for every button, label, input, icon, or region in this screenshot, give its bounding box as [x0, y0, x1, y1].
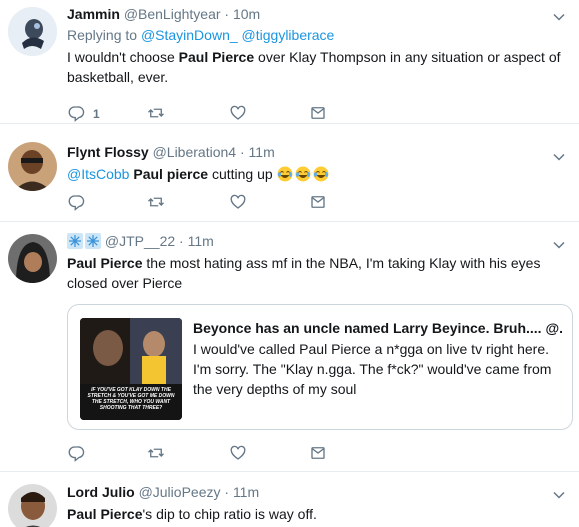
tweet-header: @JTP__22 · 11m	[67, 232, 565, 250]
avatar[interactable]	[8, 142, 57, 191]
tweet-text: Paul Pierce's dip to chip ratio is way o…	[67, 504, 565, 524]
quoted-tweet[interactable]: IF YOU'VE GOT KLAY DOWN THE STRETCH & YO…	[67, 304, 573, 430]
quoted-tweet-text: I would've called Paul Pierce a n*gga on…	[193, 341, 552, 397]
envelope-icon	[309, 104, 327, 125]
heart-icon	[229, 193, 247, 214]
timestamp[interactable]: 11m	[188, 233, 214, 249]
user-handle[interactable]: @BenLightyear	[124, 6, 221, 22]
envelope-icon	[309, 444, 327, 465]
mention-link[interactable]: @tiggyliberace	[242, 27, 335, 43]
replying-to-label: Replying to	[67, 27, 138, 43]
reply-button[interactable]	[67, 444, 85, 464]
like-button[interactable]	[229, 104, 247, 124]
tweet-header: Jammin @BenLightyear · 10m	[67, 5, 565, 23]
heart-icon	[229, 444, 247, 465]
like-button[interactable]	[229, 444, 247, 464]
text-part: cutting up	[208, 166, 273, 182]
mention-link[interactable]: @ItsCobb	[67, 166, 129, 182]
highlight-text: Paul Pierce	[67, 255, 143, 271]
quoted-tweet-author[interactable]: Beyonce has an uncle named Larry Beyince…	[193, 320, 562, 336]
display-name[interactable]: Jammin	[67, 6, 120, 22]
text-part: 's dip to chip ratio is way off.	[142, 506, 317, 522]
timestamp[interactable]: 10m	[233, 6, 260, 22]
reply-icon	[67, 104, 85, 125]
timestamp[interactable]: 11m	[233, 484, 259, 500]
retweet-icon	[147, 444, 165, 465]
tweet-text: @ItsCobb Paul pierce cutting up	[67, 164, 565, 184]
tweet-jtp[interactable]: @JTP__22 · 11m Paul Pierce the most hati…	[0, 222, 579, 472]
tweet-lord-julio[interactable]: Lord Julio @JulioPeezy · 11m Paul Pierce…	[0, 472, 579, 527]
reply-button[interactable]: 1	[67, 104, 100, 124]
dm-button[interactable]	[309, 193, 327, 213]
tweet-text: Paul Pierce the most hating ass mf in th…	[67, 253, 565, 293]
user-handle[interactable]: @JulioPeezy	[139, 484, 221, 500]
heart-icon	[229, 104, 247, 125]
like-button[interactable]	[229, 193, 247, 213]
dm-button[interactable]	[309, 104, 327, 124]
separator-dot: ·	[224, 484, 230, 500]
separator-dot: ·	[224, 6, 230, 22]
tweet-header: Flynt Flossy @Liberation4 · 11m	[67, 143, 565, 161]
tweet-jammin[interactable]: Jammin @BenLightyear · 10m Replying to @…	[0, 0, 579, 124]
separator-dot: ·	[179, 233, 184, 249]
text-part: I wouldn't choose	[67, 49, 179, 65]
display-name[interactable]: Flynt Flossy	[67, 144, 149, 160]
retweet-icon	[147, 193, 165, 214]
tweet-header: Lord Julio @JulioPeezy · 11m	[67, 483, 565, 501]
user-handle[interactable]: @JTP__22	[105, 233, 175, 249]
tweet-text: I wouldn't choose Paul Pierce over Klay …	[67, 47, 565, 87]
retweet-button[interactable]	[147, 444, 165, 464]
image-caption: IF YOU'VE GOT KLAY DOWN THE STRETCH & YO…	[87, 387, 175, 411]
highlight-text: Paul Pierce	[178, 49, 255, 65]
avatar[interactable]	[8, 7, 57, 56]
reply-button[interactable]	[67, 193, 85, 213]
reply-icon	[67, 444, 85, 465]
reply-icon	[67, 193, 85, 214]
quoted-tweet-image[interactable]: IF YOU'VE GOT KLAY DOWN THE STRETCH & YO…	[80, 318, 182, 420]
avatar[interactable]	[8, 234, 57, 283]
retweet-icon	[147, 104, 165, 125]
joy-emoji	[313, 166, 329, 182]
display-name[interactable]: Lord Julio	[67, 484, 135, 500]
tweet-flynt-flossy[interactable]: Flynt Flossy @Liberation4 · 11m @ItsCobb…	[0, 124, 579, 222]
snowflake-icon	[67, 233, 83, 249]
joy-emoji	[295, 166, 311, 182]
timestamp[interactable]: 11m	[249, 144, 275, 160]
highlight-text: Paul pierce	[133, 166, 209, 182]
avatar[interactable]	[8, 484, 57, 527]
dm-button[interactable]	[309, 444, 327, 464]
highlight-text: Paul Pierce	[67, 506, 143, 522]
replying-to: Replying to @StayinDown_ @tiggyliberace	[67, 26, 565, 44]
user-handle[interactable]: @Liberation4	[153, 144, 237, 160]
joy-emoji	[277, 166, 293, 182]
reply-count: 1	[93, 107, 100, 121]
retweet-button[interactable]	[147, 193, 165, 213]
snowflake-icon	[85, 233, 101, 249]
mention-link[interactable]: @StayinDown_	[141, 27, 238, 43]
envelope-icon	[309, 193, 327, 214]
separator-dot: ·	[239, 144, 245, 160]
retweet-button[interactable]	[147, 104, 165, 124]
quoted-tweet-header: Beyonce has an uncle named Larry Beyince…	[193, 319, 562, 337]
